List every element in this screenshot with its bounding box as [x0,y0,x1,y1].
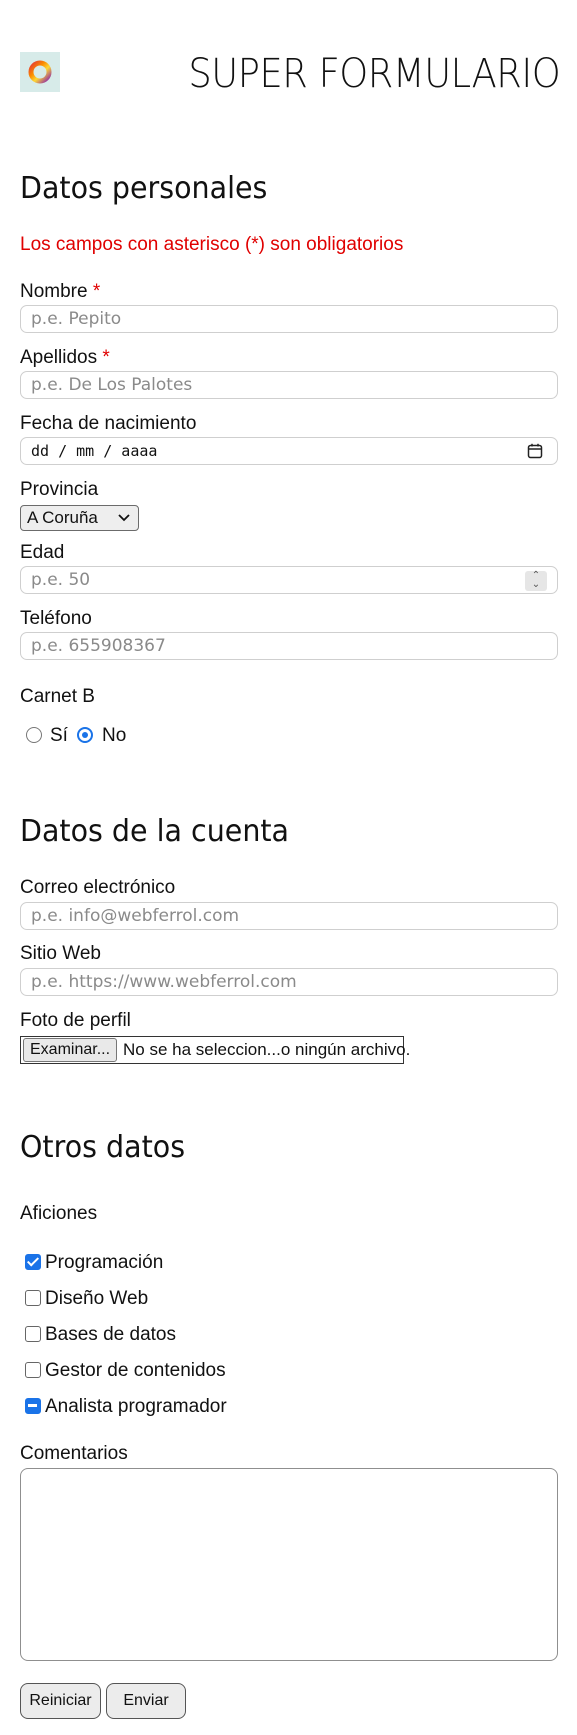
telefono-label: Teléfono [20,608,92,629]
edad-placeholder: p.e. 50 [31,570,91,590]
checkbox[interactable] [25,1290,41,1306]
carnet-radio-si[interactable] [26,727,42,743]
hobby-label: Bases de datos [45,1324,176,1345]
browse-button[interactable]: Examinar... [23,1038,118,1062]
nombre-input[interactable]: p.e. Pepito [20,305,558,333]
section-heading-personal: Datos personales [20,171,268,206]
checkbox[interactable] [25,1326,41,1342]
provincia-selected: A Coruña [27,508,98,527]
hobby-label: Analista programador [45,1396,227,1417]
hobby-label: Diseño Web [45,1288,149,1309]
carnet-label: Carnet B [20,686,95,707]
hobby-label: Programación [45,1252,164,1273]
carnet-radio-no-label: No [102,725,127,746]
provincia-select[interactable]: A Coruña [20,505,139,531]
fecha-input[interactable]: dd / mm / aaaa [20,437,558,465]
apellidos-label: Apellidos * [20,347,110,368]
telefono-input[interactable]: p.e. 655908367 [20,632,558,660]
foto-label: Foto de perfil [20,1010,131,1031]
web-label: Sitio Web [20,943,101,964]
edad-label: Edad [20,542,65,563]
fecha-placeholder: dd / mm / aaaa [31,442,158,460]
foto-file-input[interactable]: Examinar... No se ha seleccion...o ningú… [20,1036,410,1064]
aficiones-label: Aficiones [20,1203,98,1224]
email-input[interactable]: p.e. info@webferrol.com [20,902,558,930]
section-heading-account: Datos de la cuenta [20,814,290,849]
page-header: SUPER FORMULARIO [20,51,560,97]
fecha-label: Fecha de nacimiento [20,413,197,434]
required-fields-note: Los campos con asterisco (*) son obligat… [20,234,404,255]
carnet-radio-si-label: Sí [50,725,68,746]
checkbox[interactable] [25,1362,41,1378]
reset-button[interactable]: Reiniciar [20,1683,101,1719]
email-label: Correo electrónico [20,877,176,898]
page-title: SUPER FORMULARIO [188,51,560,97]
comentarios-label: Comentarios [20,1443,128,1464]
provincia-label: Provincia [20,479,99,500]
edad-input[interactable]: p.e. 50 ⌃ ⌄ [20,566,558,594]
calendar-icon[interactable] [527,443,543,459]
section-heading-other: Otros datos [20,1130,186,1165]
submit-button[interactable]: Enviar [106,1683,186,1719]
chevron-down-icon [118,514,130,522]
web-input[interactable]: p.e. https://www.webferrol.com [20,968,558,996]
comentarios-textarea[interactable] [20,1468,558,1661]
number-spinner-icon[interactable]: ⌃ ⌄ [525,571,547,591]
ring-logo-icon [20,52,60,92]
required-mark: * [92,281,101,302]
required-mark: * [102,347,110,368]
checkbox-indeterminate[interactable] [25,1398,41,1414]
nombre-label: Nombre * [20,281,101,302]
carnet-radio-no[interactable] [77,727,93,743]
hobby-label: Gestor de contenidos [45,1360,226,1381]
file-status: No se ha seleccion...o ningún archivo. [123,1040,411,1059]
apellidos-input[interactable]: p.e. De Los Palotes [20,371,558,399]
checkbox-checked[interactable] [25,1254,41,1270]
